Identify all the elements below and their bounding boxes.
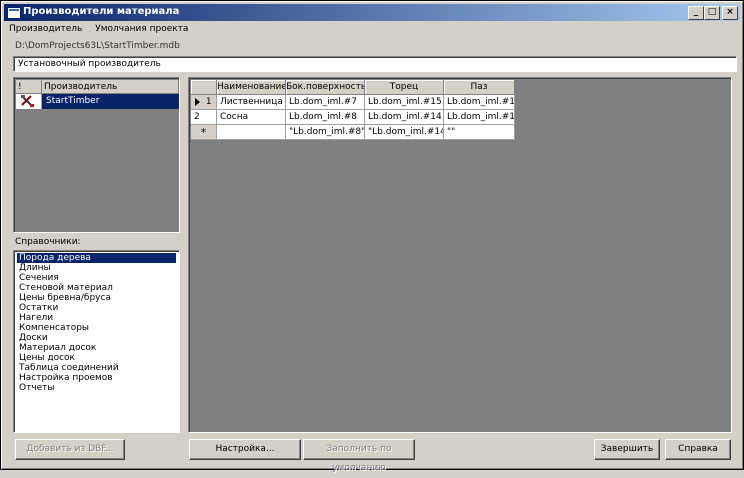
list-item[interactable]: Цены бревна/бруса <box>17 293 176 303</box>
help-button[interactable]: Справка <box>665 439 731 460</box>
column-header-end[interactable]: Торец <box>365 80 444 95</box>
list-item[interactable]: Доски <box>17 333 176 343</box>
list-item[interactable]: Нагели <box>17 313 176 323</box>
grid-cell[interactable] <box>217 125 286 140</box>
settings-button[interactable]: Настройка... <box>189 439 301 460</box>
grid-corner <box>191 80 217 95</box>
database-path: D:\DomProjects63L\StartTimber.mdb <box>15 41 180 51</box>
table-header: ! Производитель <box>16 80 179 94</box>
maximize-button[interactable]: □ <box>704 6 720 20</box>
finish-button[interactable]: Завершить <box>594 439 660 460</box>
current-row-arrow-icon <box>195 97 200 106</box>
row-indicator[interactable]: 2 <box>191 110 217 125</box>
list-item[interactable]: Цены досок <box>17 353 176 363</box>
grid-cell[interactable]: Lb.dom_iml.#14 <box>365 110 444 125</box>
grid-cell[interactable]: "Lb.dom_iml.#8" <box>286 125 365 140</box>
menu-bar: Производитель Умолчания проекта <box>9 24 198 38</box>
main-window: Производители материала _ □ × Производит… <box>0 0 744 473</box>
minimize-button[interactable]: _ <box>688 6 704 20</box>
grid-cell[interactable]: Lb.dom_iml.#19 <box>444 110 515 125</box>
grid-cell[interactable]: Lb.dom_iml.#15 <box>365 95 444 110</box>
tools-icon <box>16 94 42 109</box>
column-header-side-surface[interactable]: Бок.поверхность <box>286 80 365 95</box>
menu-manufacturer[interactable]: Производитель <box>9 24 82 34</box>
row-indicator-current[interactable]: 1 <box>191 95 217 110</box>
list-item[interactable]: Настройка проемов <box>17 373 176 383</box>
column-header-flag[interactable]: ! <box>16 80 42 94</box>
references-list[interactable]: Порода дерева Длины Сечения Стеновой мат… <box>13 250 180 433</box>
list-item[interactable]: Порода дерева <box>17 253 176 263</box>
column-header-manufacturer[interactable]: Производитель <box>42 80 179 94</box>
grid-cell[interactable]: Lb.dom_iml.#7 <box>286 95 365 110</box>
list-item[interactable]: Таблица соединений <box>17 363 176 373</box>
manufacturer-name-cell[interactable]: StartTimber <box>42 94 179 109</box>
list-item[interactable]: Материал досок <box>17 343 176 353</box>
menu-project-defaults[interactable]: Умолчания проекта <box>95 24 188 34</box>
materials-grid[interactable]: Наименование Бок.поверхность Торец Паз 1… <box>188 77 732 433</box>
list-item[interactable]: Отчеты <box>17 383 176 393</box>
manufacturers-table[interactable]: ! Производитель StartTimber <box>13 77 180 233</box>
new-row-indicator[interactable]: * <box>191 125 217 140</box>
list-item[interactable]: Стеновой материал <box>17 283 176 293</box>
fill-default-button[interactable]: Заполнить по умолчанию <box>303 439 415 473</box>
column-header-groove[interactable]: Паз <box>444 80 515 95</box>
grid-cell[interactable]: Lb.dom_iml.#8 <box>286 110 365 125</box>
grid-cell[interactable]: Сосна <box>217 110 286 125</box>
table-row[interactable]: StartTimber <box>16 94 179 109</box>
close-button[interactable]: × <box>722 6 738 20</box>
list-item[interactable]: Длины <box>17 263 176 273</box>
title-bar[interactable]: Производители материала _ □ × <box>4 4 740 21</box>
list-item[interactable]: Остатки <box>17 303 176 313</box>
grid-cell[interactable]: "" <box>444 125 515 140</box>
grid-cell[interactable]: Лиственница <box>217 95 286 110</box>
row-number: 1 <box>205 97 212 107</box>
app-icon <box>7 7 21 19</box>
add-from-dbf-button[interactable]: Добавить из DBF... <box>15 439 125 460</box>
manufacturer-name-field[interactable]: Установочный производитель <box>13 56 737 72</box>
column-header-name[interactable]: Наименование <box>217 80 286 95</box>
grid-cell[interactable]: Lb.dom_iml.#19 <box>444 95 515 110</box>
window-title: Производители материала <box>23 6 180 17</box>
references-label: Справочники: <box>15 237 81 247</box>
list-item[interactable]: Сечения <box>17 273 176 283</box>
list-item[interactable]: Компенсаторы <box>17 323 176 333</box>
grid-cell[interactable]: "Lb.dom_iml.#14" <box>365 125 444 140</box>
